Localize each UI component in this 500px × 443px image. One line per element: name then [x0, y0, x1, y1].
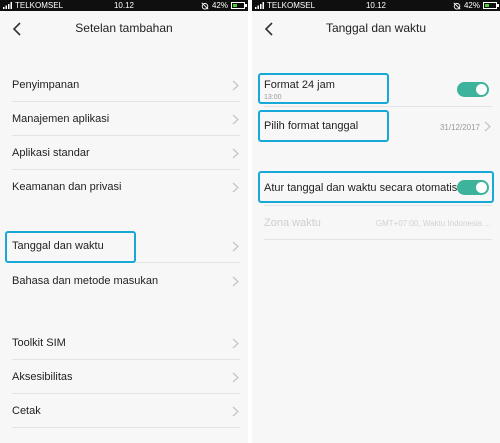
- chevron-right-icon: [232, 372, 239, 383]
- settings-item-storage[interactable]: Penyimpanan: [0, 69, 248, 102]
- divider: [12, 359, 240, 360]
- item-label: Cetak: [12, 405, 41, 417]
- item-label: Atur tanggal dan waktu secara otomatis: [264, 182, 458, 194]
- battery-icon: [231, 2, 247, 9]
- time-zone-row: Zona waktu GMT+07:00, Waktu Indonesia ..…: [252, 207, 500, 240]
- format-24-hour-row[interactable]: Format 24 jam 13:00: [252, 71, 500, 107]
- settings-screen-date-time: TELKOMSEL 10.12 42% Tanggal dan waktu Fo…: [252, 0, 500, 443]
- divider: [12, 262, 240, 263]
- settings-item-app-management[interactable]: Manajemen aplikasi: [0, 103, 248, 136]
- divider: [12, 393, 240, 394]
- chevron-right-icon: [232, 406, 239, 417]
- divider: [12, 101, 240, 102]
- battery-icon: [483, 2, 499, 9]
- settings-item-language-input[interactable]: Bahasa dan metode masukan: [0, 265, 248, 298]
- page-title: Tanggal dan waktu: [325, 21, 427, 35]
- page-title: Setelan tambahan: [75, 21, 173, 35]
- title-bar: Tanggal dan waktu: [252, 11, 500, 47]
- toggle-knob: [476, 182, 487, 193]
- item-label: Format 24 jam: [264, 79, 335, 91]
- chevron-right-icon: [232, 182, 239, 193]
- chevron-right-icon: [232, 80, 239, 91]
- settings-screen-additional: TELKOMSEL 10.12 42% Setelan tambahan Pen…: [0, 0, 248, 443]
- item-label: Pilih format tanggal: [264, 120, 359, 132]
- settings-item-default-apps[interactable]: Aplikasi standar: [0, 137, 248, 170]
- item-label: Keamanan dan privasi: [12, 181, 122, 193]
- date-format-row[interactable]: Pilih format tanggal 31/12/2017: [252, 108, 500, 144]
- status-bar: TELKOMSEL 10.12 42%: [0, 0, 248, 11]
- settings-item-print[interactable]: Cetak: [0, 395, 248, 428]
- time-zone-value: GMT+07:00, Waktu Indonesia ...: [375, 219, 491, 228]
- chevron-right-icon: [232, 241, 239, 252]
- chevron-right-icon: [232, 148, 239, 159]
- chevron-right-icon: [232, 276, 239, 287]
- item-label: Zona waktu: [264, 217, 321, 229]
- item-label: Aplikasi standar: [12, 147, 90, 159]
- divider: [264, 239, 492, 240]
- item-label: Aksesibilitas: [12, 371, 73, 383]
- time-sample: 13:00: [264, 94, 282, 101]
- divider: [12, 169, 240, 170]
- item-label: Toolkit SIM: [12, 337, 66, 349]
- title-bar: Setelan tambahan: [0, 11, 248, 47]
- divider: [264, 205, 492, 206]
- divider: [12, 427, 240, 428]
- format-24-hour-toggle[interactable]: [457, 82, 489, 97]
- settings-item-date-time[interactable]: Tanggal dan waktu: [0, 230, 248, 263]
- chevron-right-icon: [484, 121, 491, 132]
- status-bar: TELKOMSEL 10.12 42%: [252, 0, 500, 11]
- alarm-off-icon: [453, 1, 461, 10]
- item-label: Penyimpanan: [12, 79, 80, 91]
- battery-percent: 42%: [211, 1, 228, 10]
- screenshot-composite: TELKOMSEL 10.12 42% Setelan tambahan Pen…: [0, 0, 500, 443]
- item-label: Tanggal dan waktu: [12, 240, 104, 252]
- settings-item-accessibility[interactable]: Aksesibilitas: [0, 361, 248, 394]
- item-label: Manajemen aplikasi: [12, 113, 110, 125]
- settings-item-sim-toolkit[interactable]: Toolkit SIM: [0, 327, 248, 360]
- alarm-off-icon: [201, 1, 209, 10]
- item-label: Bahasa dan metode masukan: [12, 275, 159, 287]
- chevron-right-icon: [232, 338, 239, 349]
- auto-date-time-toggle[interactable]: [457, 180, 489, 195]
- divider: [264, 106, 492, 107]
- battery-percent: 42%: [463, 1, 480, 10]
- divider: [12, 135, 240, 136]
- chevron-right-icon: [232, 114, 239, 125]
- date-format-value: 31/12/2017: [439, 123, 480, 132]
- auto-date-time-row[interactable]: Atur tanggal dan waktu secara otomatis: [252, 170, 500, 206]
- toggle-knob: [476, 84, 487, 95]
- settings-item-security-privacy[interactable]: Keamanan dan privasi: [0, 171, 248, 204]
